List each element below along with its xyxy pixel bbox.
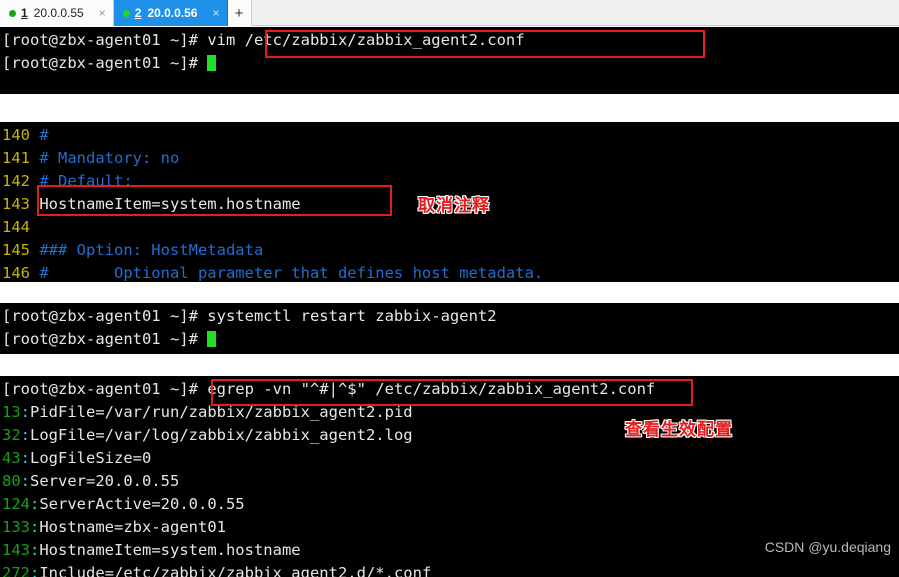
terminal-text: 43 [2,449,21,467]
terminal-text: ### Option: HostMetadata [39,241,264,259]
terminal-text: Include=/etc/zabbix/zabbix_agent2.d/*.co… [39,564,432,577]
terminal-text: 32 [2,426,21,444]
terminal-restart-service[interactable]: [root@zbx-agent01 ~]# systemctl restart … [0,303,899,354]
watermark: CSDN @yu.deqiang [764,539,891,555]
terminal-text: 144 [2,218,40,236]
terminal-text: HostnameItem=system.hostname [39,541,301,559]
terminal-text: : [20,449,31,467]
screenshot-root: 1 20.0.0.55 × 2 20.0.0.56 × + [root@zbx-… [0,0,899,577]
annotation-uncomment: 取消注释 [418,196,490,216]
tab-label: 20.0.0.56 [147,6,198,20]
terminal-cursor [207,331,217,347]
terminal-text: 145 [2,241,40,259]
terminal-text: : [20,472,31,490]
annotation-view-config: 查看生效配置 [625,420,733,440]
terminal-text: [root@zbx-agent01 ~]# [2,330,208,348]
terminal-line: 145 ### Option: HostMetadata [2,239,899,262]
terminal-text: 142 [2,172,40,190]
terminal-line: 13:PidFile=/var/run/zabbix/zabbix_agent2… [2,401,899,424]
terminal-text: Server=20.0.0.55 [30,472,180,490]
terminal-text: HostnameItem=system.hostname [39,195,301,213]
terminal-line: 144 [2,216,899,239]
terminal-text: 124 [2,495,30,513]
terminal-line: 80:Server=20.0.0.55 [2,470,899,493]
terminal-text: 143 [2,195,40,213]
terminal-text: 80 [2,472,21,490]
terminal-text: : [30,495,40,513]
terminal-line: [root@zbx-agent01 ~]# [2,328,899,351]
terminal-text: LogFileSize=0 [30,449,152,467]
terminal-line: 272:Include=/etc/zabbix/zabbix_agent2.d/… [2,562,899,577]
terminal-text: LogFile=/var/log/zabbix/zabbix_agent2.lo… [30,426,413,444]
terminal-line: [root@zbx-agent01 ~]# egrep -vn "^#|^$" … [2,378,899,401]
terminal-tab-bar: 1 20.0.0.55 × 2 20.0.0.56 × + [0,0,899,26]
close-icon[interactable]: × [99,7,106,19]
terminal-text: : [30,518,40,536]
terminal-text: PidFile=/var/run/zabbix/zabbix_agent2.pi… [30,403,413,421]
terminal-text: [root@zbx-agent01 ~]# systemctl restart … [2,307,497,325]
tab-20-0-0-56[interactable]: 2 20.0.0.56 × [113,0,228,26]
terminal-line: [root@zbx-agent01 ~]# [2,52,899,75]
terminal-line: 146 # Optional parameter that defines ho… [2,262,899,282]
terminal-text: [root@zbx-agent01 ~]# [2,31,208,49]
terminal-line: 32:LogFile=/var/log/zabbix/zabbix_agent2… [2,424,899,447]
tab-bar-empty-area [251,0,899,25]
terminal-line: 140 # [2,124,899,147]
terminal-text: 133 [2,518,30,536]
terminal-text: # [39,126,49,144]
terminal-line: 133:Hostname=zbx-agent01 [2,516,899,539]
terminal-line: 43:LogFileSize=0 [2,447,899,470]
terminal-line: 142 # Default: [2,170,899,193]
terminal-text: 141 [2,149,40,167]
terminal-cursor [207,55,217,71]
terminal-text: : [20,426,31,444]
tab-20-0-0-55[interactable]: 1 20.0.0.55 × [0,0,114,26]
terminal-text: # Mandatory: no [39,149,180,167]
terminal-text: 143 [2,541,30,559]
terminal-text: 13 [2,403,21,421]
terminal-text: : [30,541,40,559]
terminal-line: 141 # Mandatory: no [2,147,899,170]
connected-dot-icon [122,9,130,17]
terminal-line: [root@zbx-agent01 ~]# vim /etc/zabbix/za… [2,29,899,52]
terminal-text: # Default: [39,172,133,190]
terminal-text: vim /etc/zabbix/zabbix_agent2.conf [207,31,525,49]
tab-label: 20.0.0.55 [33,6,84,20]
terminal-line: [root@zbx-agent01 ~]# systemctl restart … [2,305,899,328]
terminal-text: [root@zbx-agent01 ~]# [2,54,208,72]
new-tab-button[interactable]: + [227,0,252,26]
connected-dot-icon [9,9,16,17]
terminal-text: ServerActive=20.0.0.55 [39,495,245,513]
tab-index: 2 [134,6,142,20]
terminal-text: : [20,403,31,421]
terminal-text: # Optional parameter that defines host m… [39,264,544,282]
terminal-text: egrep -vn "^#|^$" /etc/zabbix/zabbix_age… [207,380,656,398]
terminal-text: 140 [2,126,40,144]
terminal-line: 124:ServerActive=20.0.0.55 [2,493,899,516]
tab-index: 1 [21,6,28,20]
close-icon[interactable]: × [212,7,219,19]
terminal-text: Hostname=zbx-agent01 [39,518,226,536]
terminal-text: 146 [2,264,40,282]
terminal-text: : [30,564,40,577]
terminal-text: 272 [2,564,30,577]
terminal-vim-command[interactable]: [root@zbx-agent01 ~]# vim /etc/zabbix/za… [0,27,899,94]
terminal-text: [root@zbx-agent01 ~]# [2,380,208,398]
